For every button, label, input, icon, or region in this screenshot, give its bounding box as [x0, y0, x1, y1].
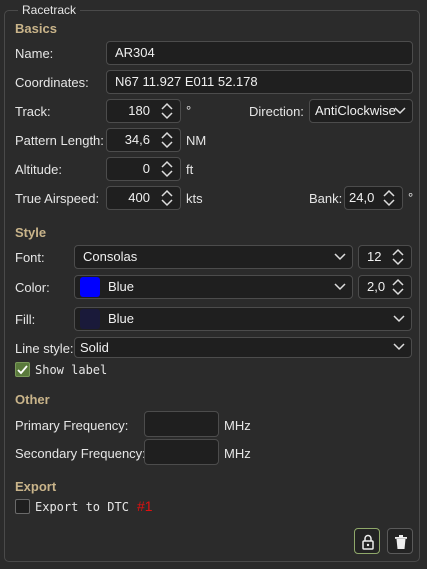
font-size-spinbox[interactable]: 12	[358, 245, 412, 269]
spin-arrows-icon[interactable]	[158, 131, 176, 149]
color-combobox[interactable]: Blue	[74, 275, 353, 299]
spin-arrows-icon[interactable]	[380, 189, 398, 207]
secondary-frequency-input[interactable]	[144, 439, 219, 465]
true-airspeed-unit: kts	[186, 191, 203, 206]
chevron-down-icon	[393, 315, 405, 323]
direction-label: Direction:	[249, 104, 304, 119]
name-label: Name:	[15, 46, 54, 61]
secondary-frequency-label: Secondary Frequency:	[15, 446, 146, 461]
bank-label: Bank:	[309, 191, 343, 206]
fill-label: Fill:	[15, 312, 36, 327]
altitude-unit: ft	[186, 162, 194, 177]
section-basics-header: Basics	[15, 21, 57, 36]
line-width-value: 2,0	[367, 279, 386, 294]
spin-arrows-icon[interactable]	[158, 160, 176, 178]
color-swatch	[80, 276, 100, 297]
export-tag: #1	[137, 498, 153, 514]
chevron-down-icon	[393, 343, 405, 351]
spin-arrows-icon[interactable]	[158, 102, 176, 120]
font-label: Font:	[15, 250, 45, 265]
section-style-header: Style	[15, 225, 47, 240]
lock-icon	[362, 534, 374, 550]
coordinates-label: Coordinates:	[15, 75, 89, 90]
primary-frequency-input[interactable]	[144, 411, 219, 437]
bank-unit: °	[408, 190, 414, 205]
true-airspeed-spinbox[interactable]: 400	[106, 186, 181, 210]
altitude-label: Altitude:	[15, 162, 62, 177]
checkmark-icon	[17, 365, 28, 375]
name-input[interactable]: AR304	[106, 41, 413, 65]
pattern-length-unit: NM	[186, 133, 207, 148]
trash-icon	[395, 535, 407, 549]
export-dtc-text[interactable]: Export to DTC	[35, 500, 129, 514]
true-airspeed-label: True Airspeed:	[15, 191, 100, 206]
color-label: Color:	[15, 280, 50, 295]
spin-arrows-icon[interactable]	[389, 278, 407, 296]
font-size-value: 12	[367, 249, 382, 264]
track-label: Track:	[15, 104, 51, 119]
altitude-spinbox[interactable]: 0	[106, 157, 181, 181]
primary-frequency-unit: MHz	[224, 418, 251, 433]
section-other-header: Other	[15, 392, 50, 407]
direction-combobox[interactable]: AntiClockwise	[309, 99, 413, 123]
true-airspeed-value: 400	[128, 190, 150, 205]
chevron-down-icon	[334, 283, 346, 291]
lock-button[interactable]	[354, 528, 380, 554]
fill-swatch	[80, 308, 100, 329]
track-unit: °	[186, 103, 192, 118]
group-title: Racetrack	[18, 3, 81, 17]
direction-value: AntiClockwise	[315, 103, 396, 118]
primary-frequency-label: Primary Frequency:	[15, 418, 129, 433]
font-value: Consolas	[83, 249, 138, 264]
secondary-frequency-unit: MHz	[224, 446, 251, 461]
pattern-length-label: Pattern Length:	[15, 133, 104, 148]
font-combobox[interactable]: Consolas	[74, 245, 353, 269]
chevron-down-icon	[394, 107, 406, 115]
export-dtc-checkbox[interactable]	[15, 499, 30, 514]
altitude-value: 0	[142, 161, 150, 176]
track-value: 180	[128, 103, 150, 118]
show-label-text[interactable]: Show label	[35, 363, 107, 377]
bank-spinbox[interactable]: 24,0	[344, 186, 403, 210]
spin-arrows-icon[interactable]	[389, 248, 407, 266]
spin-arrows-icon[interactable]	[158, 189, 176, 207]
fill-combobox[interactable]: Blue	[74, 307, 412, 331]
section-export-header: Export	[15, 479, 57, 494]
fill-value: Blue	[108, 311, 135, 326]
show-label-checkbox[interactable]	[15, 362, 30, 377]
line-width-spinbox[interactable]: 2,0	[358, 275, 412, 299]
line-style-value: Solid	[80, 340, 109, 355]
bank-value: 24,0	[349, 190, 375, 205]
color-value: Blue	[108, 279, 135, 294]
pattern-length-spinbox[interactable]: 34,6	[106, 128, 181, 152]
pattern-length-value: 34,6	[124, 132, 150, 147]
track-spinbox[interactable]: 180	[106, 99, 181, 123]
line-style-label: Line style:	[15, 341, 74, 356]
line-style-combobox[interactable]: Solid	[74, 337, 412, 358]
coordinates-input[interactable]: N67 11.927 E011 52.178	[106, 70, 413, 94]
chevron-down-icon	[334, 253, 346, 261]
delete-button[interactable]	[387, 528, 413, 554]
